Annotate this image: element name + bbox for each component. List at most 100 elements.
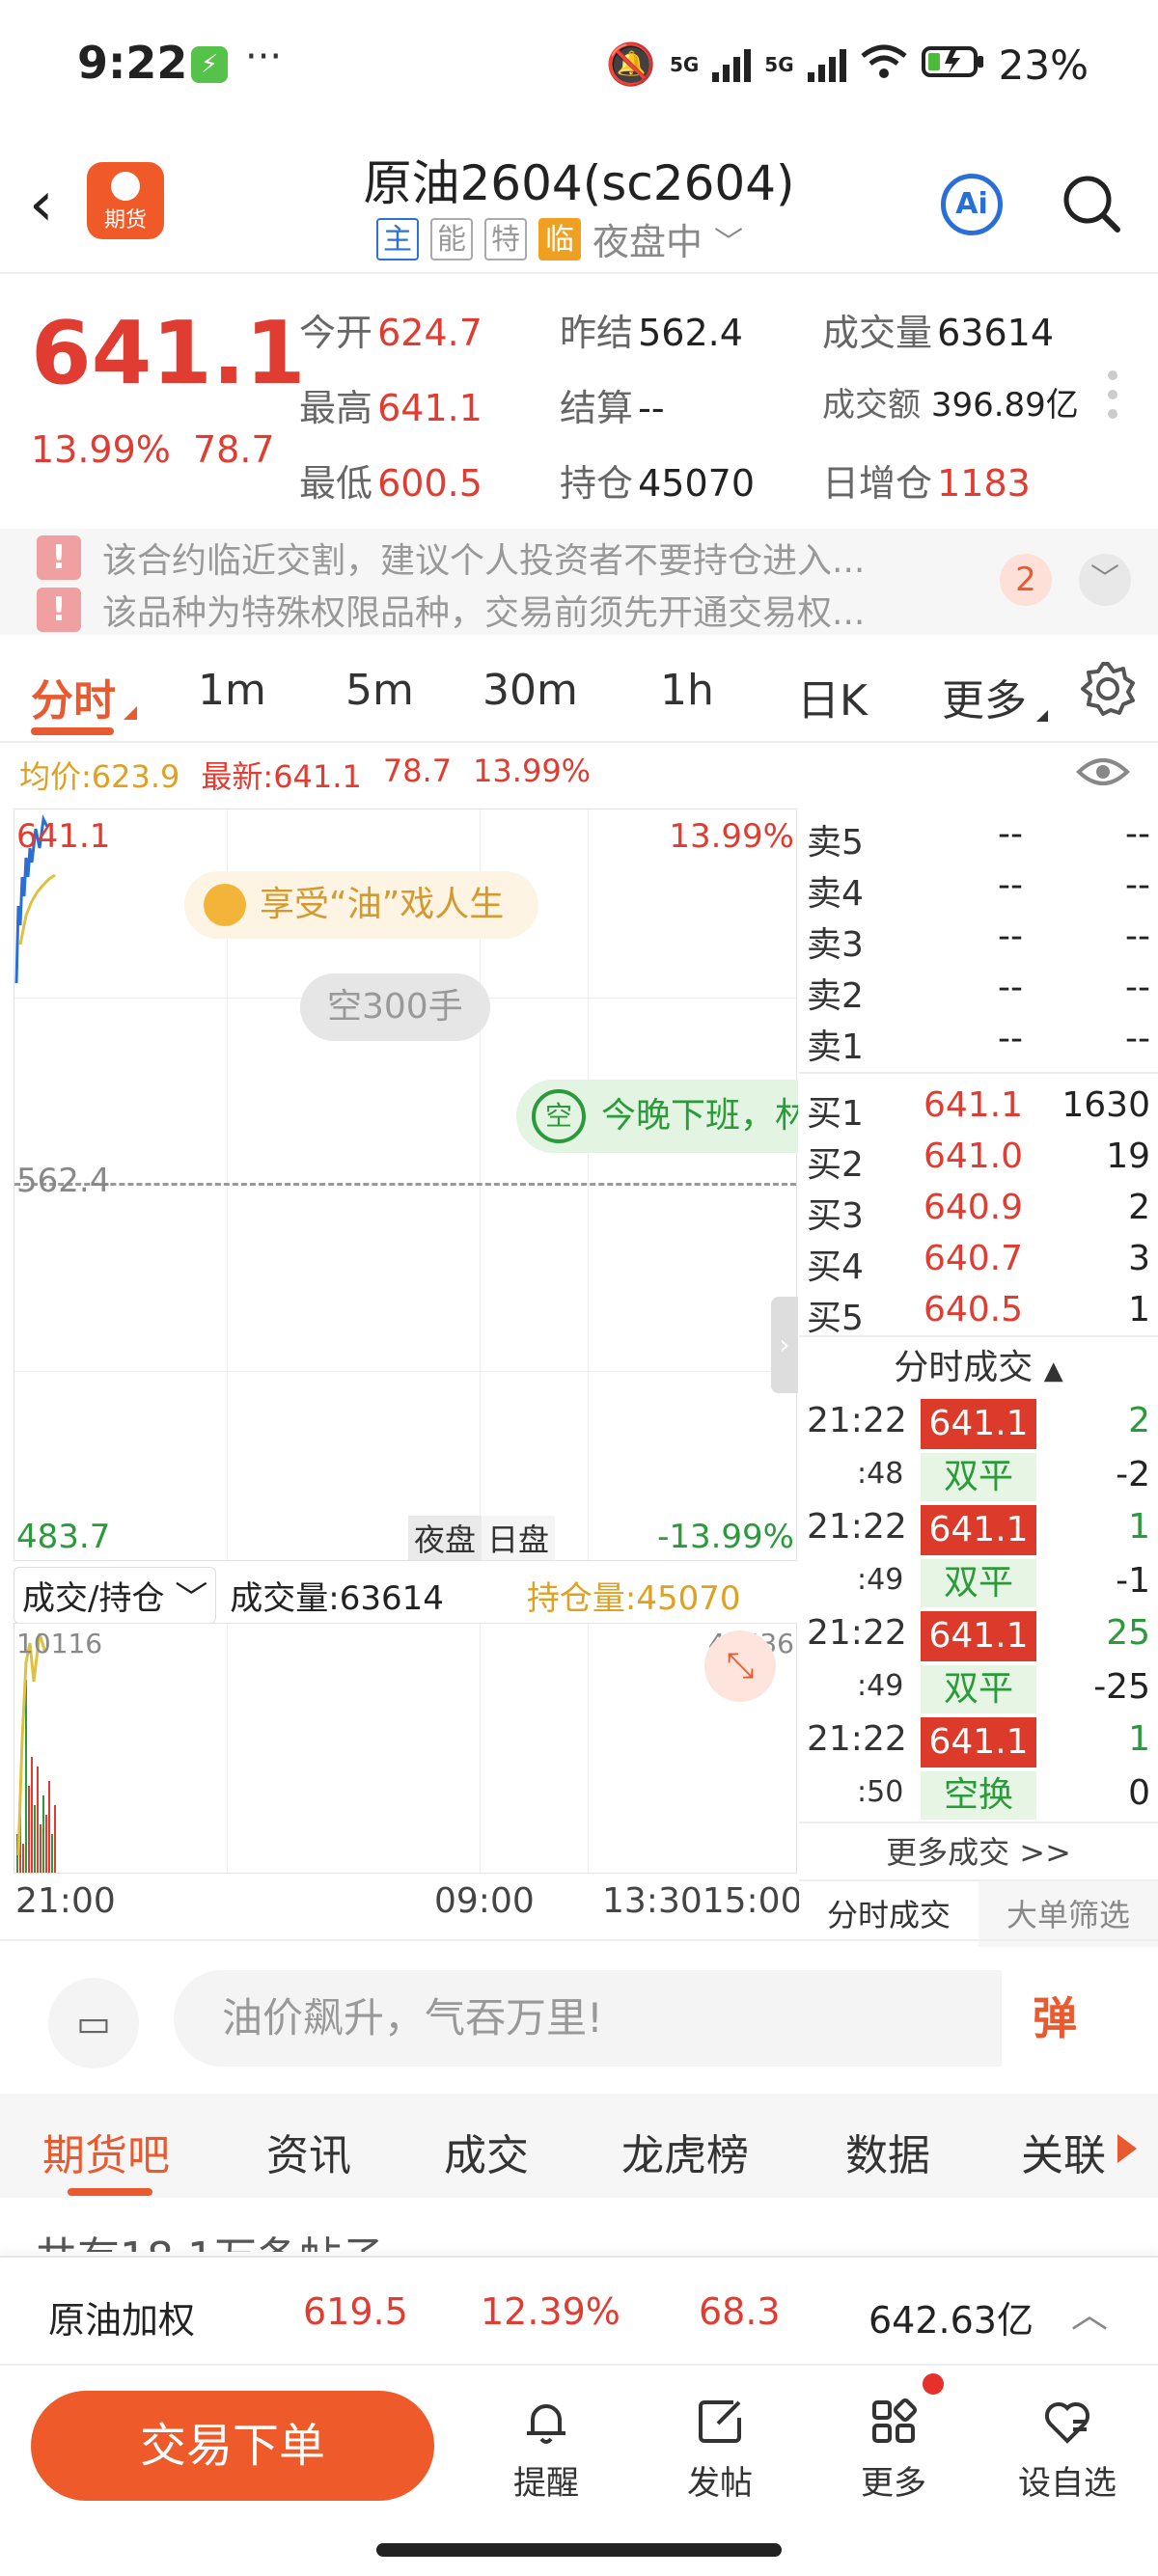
tab-large-orders[interactable]: 大单筛选 [979, 1881, 1158, 1947]
gear-icon[interactable] [1079, 660, 1141, 722]
risk-notices[interactable]: ! 该合约临近交割，建议个人投资者不要持仓进入... ! 该品种为特殊权限品种，… [0, 529, 1158, 635]
chart-high-label: 641.1 [16, 817, 111, 856]
status-icons: 🔕 5G 5G 23% [606, 41, 1089, 89]
tab-related[interactable]: 关联 [1021, 2121, 1106, 2182]
volume-bar [51, 1834, 53, 1873]
open-interest-label: 持仓量:45070 [526, 1578, 741, 1618]
tab-underline [31, 727, 114, 735]
tab-top-list[interactable]: 龙虎榜 [621, 2121, 749, 2182]
contract-tags[interactable]: 主 能 特 临 夜盘中 ﹀ [376, 212, 743, 265]
volume-bar [54, 1805, 56, 1873]
event-bubble[interactable]: 空 今晚下班，林 [516, 1080, 798, 1153]
chevron-down-icon: ﹀ [714, 225, 744, 260]
signal-icon [712, 47, 752, 82]
more-button[interactable]: 更多 [836, 2393, 951, 2504]
book-tabs: 分时成交 大单筛选 [799, 1879, 1158, 1947]
header: ‹ 期货 原油2604(sc2604) 主 能 特 临 夜盘中 ﹀ Ai [0, 135, 1158, 270]
prev-settle-line [14, 1183, 796, 1186]
chevron-up-icon[interactable]: ︿ [1071, 2285, 1108, 2338]
volume-header: 成交/持仓 ﹀ 成交量:63614 持仓量:45070 [14, 1566, 797, 1624]
volume-bar [25, 1680, 27, 1873]
page-title[interactable]: 原油2604(sc2604) [290, 145, 868, 214]
expand-chevron-icon[interactable]: ﹀ [1079, 554, 1131, 606]
tag-main: 主 [376, 217, 419, 260]
tab-30m[interactable]: 30m [482, 666, 578, 715]
post-count: 共有18.1万条帖子 [35, 2223, 384, 2252]
volume-bar [40, 1824, 41, 1873]
wifi-icon [860, 41, 908, 89]
grid-line [14, 1371, 796, 1372]
chart-low-label: 483.7 [16, 1518, 111, 1556]
tab-futures-forum[interactable]: 期货吧 [42, 2121, 170, 2182]
comment-input[interactable]: 油价飙升，气吞万里! [174, 1970, 1108, 2067]
legend-pct: 13.99% [473, 753, 592, 789]
quote-panel: 641.1 13.99% 78.7 今开 624.7 昨结 562.4 成交量 … [0, 272, 1158, 528]
network-type-2: 5G [764, 53, 794, 76]
signal-icon-2 [807, 47, 846, 82]
indicator-select[interactable]: 成交/持仓 ﹀ [14, 1566, 217, 1624]
volume-chart[interactable]: 10116 45536 [14, 1623, 797, 1874]
tab-trades[interactable]: 成交 [444, 2121, 529, 2182]
more-notifications-icon: ··· [245, 35, 283, 79]
grid-line [480, 1624, 481, 1873]
session-status: 夜盘中 [593, 221, 703, 263]
tab-1m[interactable]: 1m [198, 666, 266, 715]
expand-arrows-icon[interactable]: ⤡ [704, 1631, 776, 1702]
tab-intraday[interactable]: 分时 [31, 666, 116, 727]
mute-icon: 🔕 [605, 41, 656, 88]
ticks-header[interactable]: 分时成交 ▲ [799, 1335, 1158, 1397]
intraday-chart[interactable]: 641.1 13.99% 562.4 483.7 -13.99% 享受“油”戏人… [14, 808, 798, 1561]
tick-row: 21:22:49 641.1 双平 1 -1 [799, 1503, 1158, 1609]
charging-app-icon: ⚡ [191, 46, 228, 83]
alert-button[interactable]: 提醒 [488, 2393, 604, 2504]
tab-data[interactable]: 数据 [845, 2121, 930, 2182]
ai-assistant-button[interactable]: Ai [941, 174, 1003, 235]
tag-special: 特 [484, 217, 527, 260]
quote-field-volume: 成交量 63614 [822, 312, 1054, 354]
promo-banner[interactable]: 享受“油”戏人生 [184, 871, 539, 939]
legend-latest: 最新:641.1 [201, 758, 362, 795]
index-strip[interactable]: 原油加权 619.5 12.39% 68.3 642.63亿 ︿ [0, 2256, 1158, 2362]
session-day[interactable]: 日盘 [482, 1516, 556, 1560]
time-label-start: 21:00 [15, 1881, 116, 1921]
tab-more[interactable]: 更多 [942, 666, 1027, 727]
comment-bar: ▭ 油价飙升，气吞万里! 弹 [0, 1939, 1158, 2084]
grid-line [227, 1624, 228, 1873]
back-icon[interactable]: ‹ [29, 169, 54, 240]
volume-bar [31, 1757, 33, 1873]
more-ticks-link[interactable]: 更多成交 >> [799, 1822, 1158, 1879]
legend-change: 78.7 [382, 753, 453, 789]
post-button[interactable]: 发帖 [662, 2393, 778, 2504]
scroll-right-icon[interactable] [1117, 2134, 1137, 2163]
danmaku-toggle-button[interactable]: 弹 [1002, 1970, 1108, 2067]
tab-5m[interactable]: 5m [345, 666, 414, 715]
volume-bar [42, 1795, 44, 1873]
notification-dot [923, 2373, 944, 2395]
chevron-down-icon: ﹀ [175, 1578, 208, 1618]
eye-icon[interactable] [1076, 753, 1130, 791]
futures-logo: 期货 [87, 162, 164, 239]
more-fields-icon[interactable] [1108, 370, 1119, 428]
collapse-orderbook-handle[interactable]: › [771, 1297, 798, 1393]
edit-icon [699, 2400, 741, 2443]
volume-bar [45, 1815, 47, 1873]
status-bar: 9:22 ⚡ ··· 🔕 5G 5G 23% [0, 0, 1158, 135]
chart-legend: 均价:623.9 最新:641.1 78.7 13.99% [19, 753, 591, 797]
add-watchlist-button[interactable]: 设自选 [1009, 2393, 1125, 2504]
network-type-1: 5G [669, 53, 700, 76]
session-switch[interactable]: 夜盘 日盘 [408, 1516, 556, 1560]
tab-daily-k[interactable]: 日K [797, 666, 868, 727]
session-night[interactable]: 夜盘 [408, 1516, 482, 1560]
trade-order-button[interactable]: 交易下单 [31, 2391, 434, 2501]
tab-ticks[interactable]: 分时成交 [799, 1881, 979, 1947]
change-value: 78.7 [193, 428, 275, 471]
search-icon[interactable] [1062, 174, 1120, 233]
ask-row: 卖1 -- -- [807, 1019, 1150, 1067]
tab-news[interactable]: 资讯 [266, 2121, 351, 2182]
short-position-bubble[interactable]: 空300手 [300, 973, 490, 1041]
quote-field-low: 最低 600.5 [299, 462, 482, 505]
home-indicator [376, 2543, 782, 2557]
quick-comment-icon[interactable]: ▭ [48, 1978, 139, 2069]
notice-count-badge: 2 [1000, 554, 1052, 606]
tab-1h[interactable]: 1h [660, 666, 714, 715]
